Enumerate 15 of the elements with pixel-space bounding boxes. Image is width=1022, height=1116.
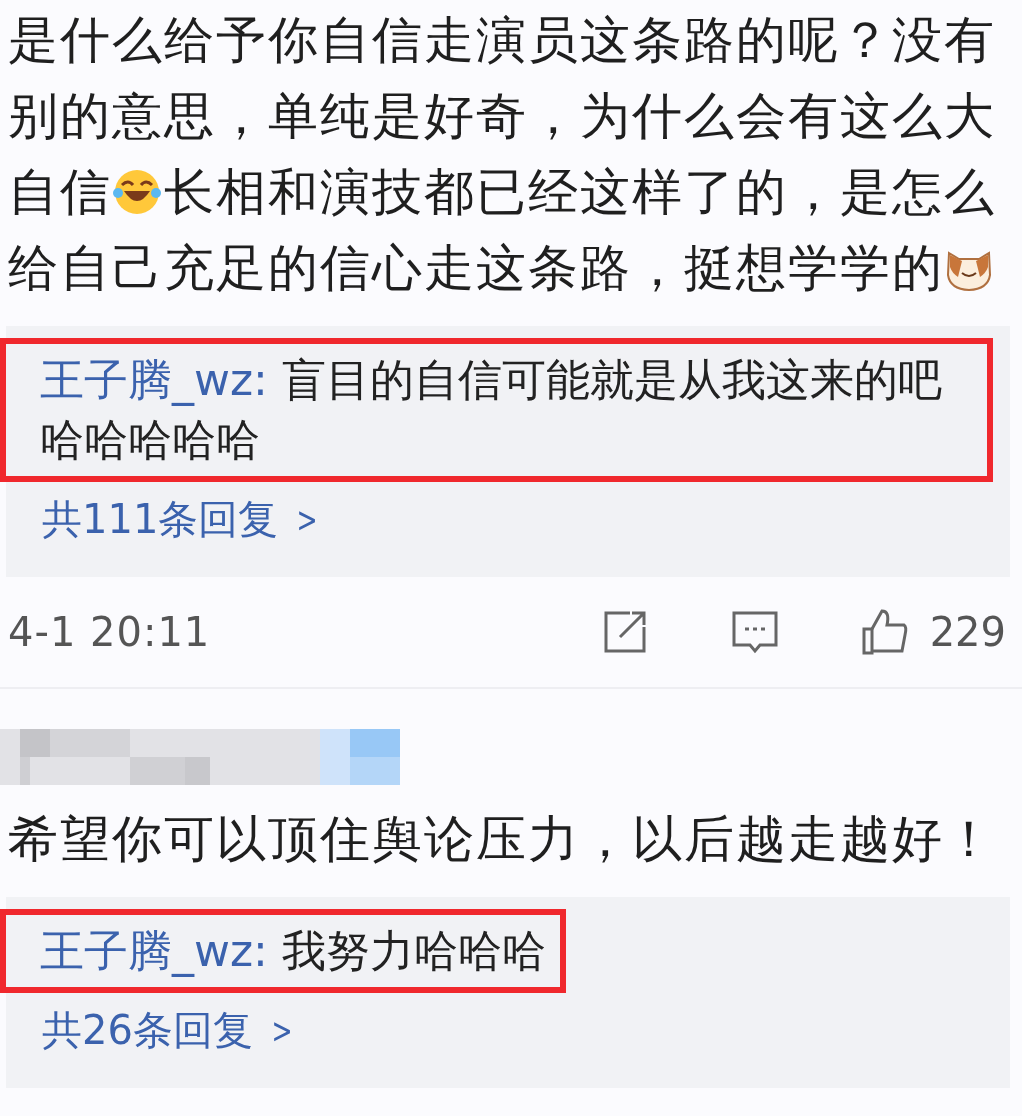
comment-time: 4-1 20:11 (8, 609, 212, 655)
comment-text: 是什么给予你自信走演员这条路的呢？没有 (8, 10, 996, 71)
comment-text: 长相和演技都已经这样了的，是怎么 (164, 162, 996, 223)
laughing-emoji-icon (112, 167, 162, 217)
reply-text: 王子腾_wz: 我努力哈哈哈 (0, 909, 566, 993)
reply-count-link[interactable]: 共111条回复 (42, 492, 279, 547)
comment-text: 别的意思，单纯是好奇，为什么会有这么大 (8, 86, 996, 147)
chevron-icon: > (296, 499, 318, 540)
reply-count-link[interactable]: 共26条回复 (42, 1003, 253, 1058)
chevron-icon: > (271, 1010, 293, 1051)
comment-text: 给自己充足的信心走这条路，挺想学学的 (8, 238, 944, 299)
like-count: 229 (929, 609, 1006, 655)
reply-text: 王子腾_wz: 盲目的自信可能就是从我这来的吧哈哈哈哈哈 (0, 338, 993, 482)
comment-text: 自信 (8, 162, 112, 223)
comment-text: 希望你可以顶住舆论压力，以后越走越好！ (8, 809, 996, 870)
